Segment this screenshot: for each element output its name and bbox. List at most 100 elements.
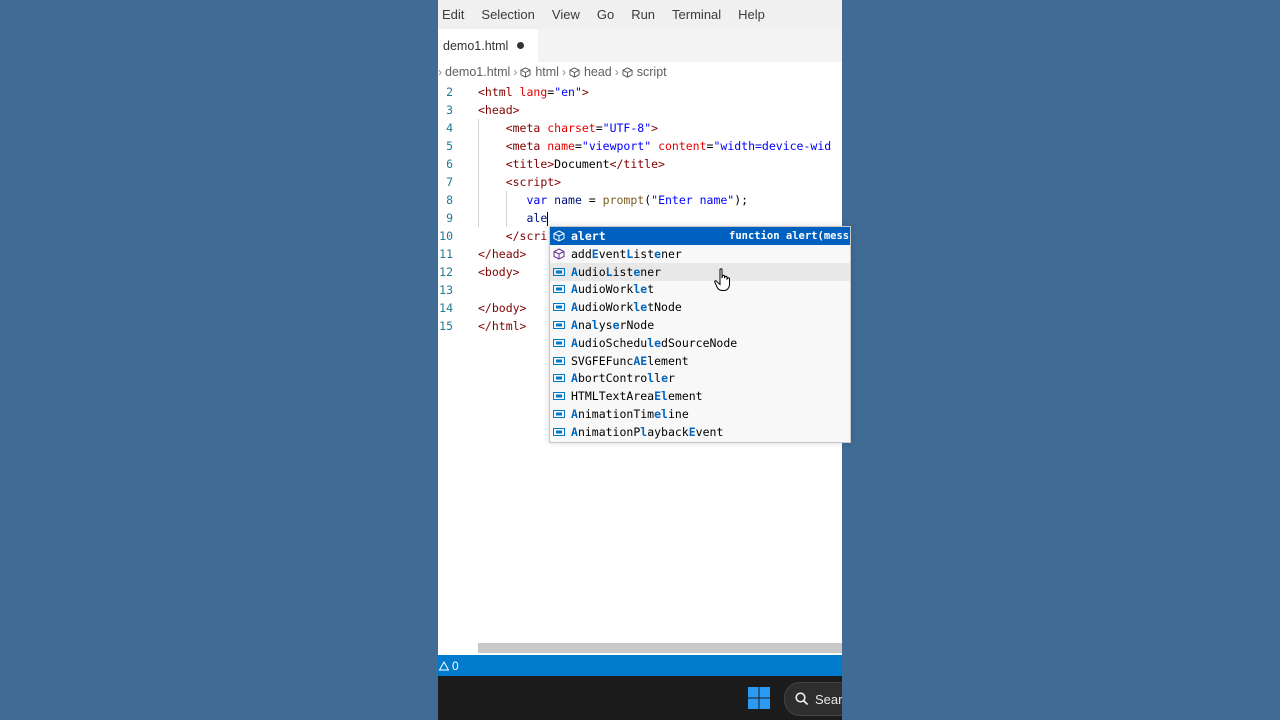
menu-go[interactable]: Go bbox=[597, 7, 620, 22]
match-highlight: A bbox=[571, 300, 578, 315]
label-text: add bbox=[571, 246, 592, 261]
code-token: = bbox=[581, 193, 603, 207]
code-token: prompt bbox=[602, 193, 645, 207]
line-number: 10 bbox=[439, 229, 453, 243]
code-text: </html> bbox=[478, 317, 526, 335]
suggestion-item[interactable]: addEventListener bbox=[550, 245, 850, 263]
label-text: vent bbox=[598, 246, 627, 261]
label-text: rNode bbox=[619, 318, 655, 332]
code-token: "width=device-wid bbox=[713, 139, 832, 153]
match-highlight: E bbox=[591, 246, 599, 261]
suggestion-item[interactable]: AudioScheduledSourceNode bbox=[550, 334, 850, 352]
menubar: Edit Selection View Go Run Terminal Help bbox=[438, 0, 842, 29]
symbol-variable-icon bbox=[553, 303, 565, 312]
taskbar-search[interactable]: Sear bbox=[784, 682, 842, 716]
suggestion-item[interactable]: AudioListener bbox=[550, 262, 850, 281]
code-token: name bbox=[554, 193, 582, 207]
horizontal-scrollbar[interactable] bbox=[478, 643, 842, 653]
code-text: <html lang="en"> bbox=[478, 83, 589, 101]
suggestion-label: alert bbox=[571, 227, 606, 245]
match-highlight: E bbox=[654, 389, 662, 404]
code-token: "UTF-8" bbox=[602, 121, 652, 135]
suggestion-item[interactable]: AbortController bbox=[550, 369, 850, 387]
code-line[interactable]: 7 <script> bbox=[438, 173, 842, 191]
line-number: 15 bbox=[439, 319, 453, 333]
suggestion-label: HTMLTextAreaElement bbox=[571, 387, 703, 405]
text-cursor bbox=[547, 211, 549, 226]
code-line[interactable]: 4 <meta charset="UTF-8"> bbox=[438, 119, 842, 137]
line-number: 5 bbox=[446, 139, 453, 153]
suggestion-label: SVGFEFuncAElement bbox=[571, 352, 689, 370]
symbol-variable-icon bbox=[553, 374, 565, 383]
suggestion-label: AnalyserNode bbox=[571, 316, 654, 334]
breadcrumb-head[interactable]: head bbox=[569, 65, 612, 79]
code-token: content bbox=[658, 139, 707, 153]
suggestion-item[interactable]: AudioWorklet bbox=[550, 280, 850, 298]
label-text: vent bbox=[695, 424, 724, 439]
menu-help[interactable]: Help bbox=[738, 7, 771, 22]
suggestion-label: AudioWorkletNode bbox=[571, 298, 682, 316]
unsaved-dot-icon[interactable] bbox=[517, 42, 524, 49]
suggestion-item[interactable]: AudioWorkletNode bbox=[550, 298, 850, 316]
code-token: > bbox=[651, 121, 659, 135]
match-highlight: A bbox=[571, 424, 578, 439]
menu-terminal[interactable]: Terminal bbox=[672, 7, 727, 22]
suggestion-item[interactable]: AnimationPlaybackEvent bbox=[550, 423, 850, 441]
windows-start-icon[interactable] bbox=[748, 687, 770, 709]
code-line[interactable]: 3 <head> bbox=[438, 101, 842, 119]
code-line[interactable]: 6 <title>Document</title> bbox=[438, 155, 842, 173]
problems-indicator[interactable]: 0 bbox=[439, 659, 459, 673]
suggestion-item[interactable]: HTMLTextAreaElement bbox=[550, 387, 850, 405]
suggestion-label: AudioListener bbox=[571, 263, 661, 281]
code-token: "Enter name" bbox=[651, 193, 735, 207]
code-token: = bbox=[595, 121, 603, 135]
line-number: 14 bbox=[439, 301, 453, 315]
code-line[interactable]: 5 <meta name="viewport" content="width=d… bbox=[438, 137, 842, 155]
code-token: <script> bbox=[505, 175, 562, 189]
chevron-right-icon: › bbox=[438, 65, 442, 79]
menu-view[interactable]: View bbox=[552, 7, 586, 22]
hand-pointer-icon bbox=[714, 268, 730, 291]
label-text: udioSchedu bbox=[577, 335, 648, 350]
suggestion-item[interactable]: AnimationTimeline bbox=[550, 405, 850, 423]
symbol-variable-icon bbox=[553, 267, 565, 276]
chevron-right-icon: › bbox=[513, 65, 518, 79]
suggestion-label: AnimationTimeline bbox=[571, 405, 689, 423]
suggestion-item[interactable]: SVGFEFuncAElement bbox=[550, 352, 850, 370]
code-line[interactable]: 9 ale bbox=[438, 209, 842, 227]
code-token: </head> bbox=[478, 247, 527, 261]
suggest-widget[interactable]: alert function alert(mess addEventListener… bbox=[549, 226, 851, 443]
suggestion-label: addEventListener bbox=[571, 245, 682, 263]
match-highlight: le bbox=[633, 300, 648, 315]
breadcrumb-html[interactable]: html bbox=[520, 65, 559, 79]
label-text: t bbox=[647, 282, 655, 297]
code-text: ale bbox=[478, 209, 549, 227]
code-line[interactable]: 8 var name = prompt("Enter name"); bbox=[438, 191, 842, 209]
suggestion-item[interactable]: AnalyserNode bbox=[550, 316, 850, 334]
label-text: r bbox=[668, 371, 675, 386]
code-token: <meta bbox=[505, 121, 548, 135]
line-number: 8 bbox=[446, 193, 453, 207]
suggestion-item[interactable]: alert function alert(mess bbox=[550, 227, 850, 245]
suggestion-label: AbortController bbox=[571, 369, 675, 387]
code-token: <meta bbox=[505, 139, 548, 153]
menu-selection[interactable]: Selection bbox=[481, 7, 540, 22]
breadcrumb-script[interactable]: script bbox=[622, 65, 667, 79]
symbol-variable-icon bbox=[553, 285, 565, 294]
menu-run[interactable]: Run bbox=[631, 7, 661, 22]
label-text: nimationTim bbox=[577, 407, 655, 421]
breadcrumb-file[interactable]: demo1.html bbox=[445, 65, 510, 79]
chevron-right-icon: › bbox=[614, 65, 619, 79]
line-number: 11 bbox=[439, 247, 453, 261]
code-line[interactable]: 2 <html lang="en"> bbox=[438, 83, 842, 101]
match-highlight: e bbox=[612, 318, 620, 332]
line-number: 6 bbox=[446, 157, 453, 171]
problems-count: 0 bbox=[452, 658, 459, 673]
label-text: lement bbox=[647, 353, 689, 368]
menu-edit[interactable]: Edit bbox=[442, 7, 470, 22]
editor-tab[interactable]: demo1.html bbox=[438, 29, 538, 62]
breadcrumb-label: script bbox=[636, 65, 667, 79]
code-token: Document bbox=[554, 157, 610, 171]
